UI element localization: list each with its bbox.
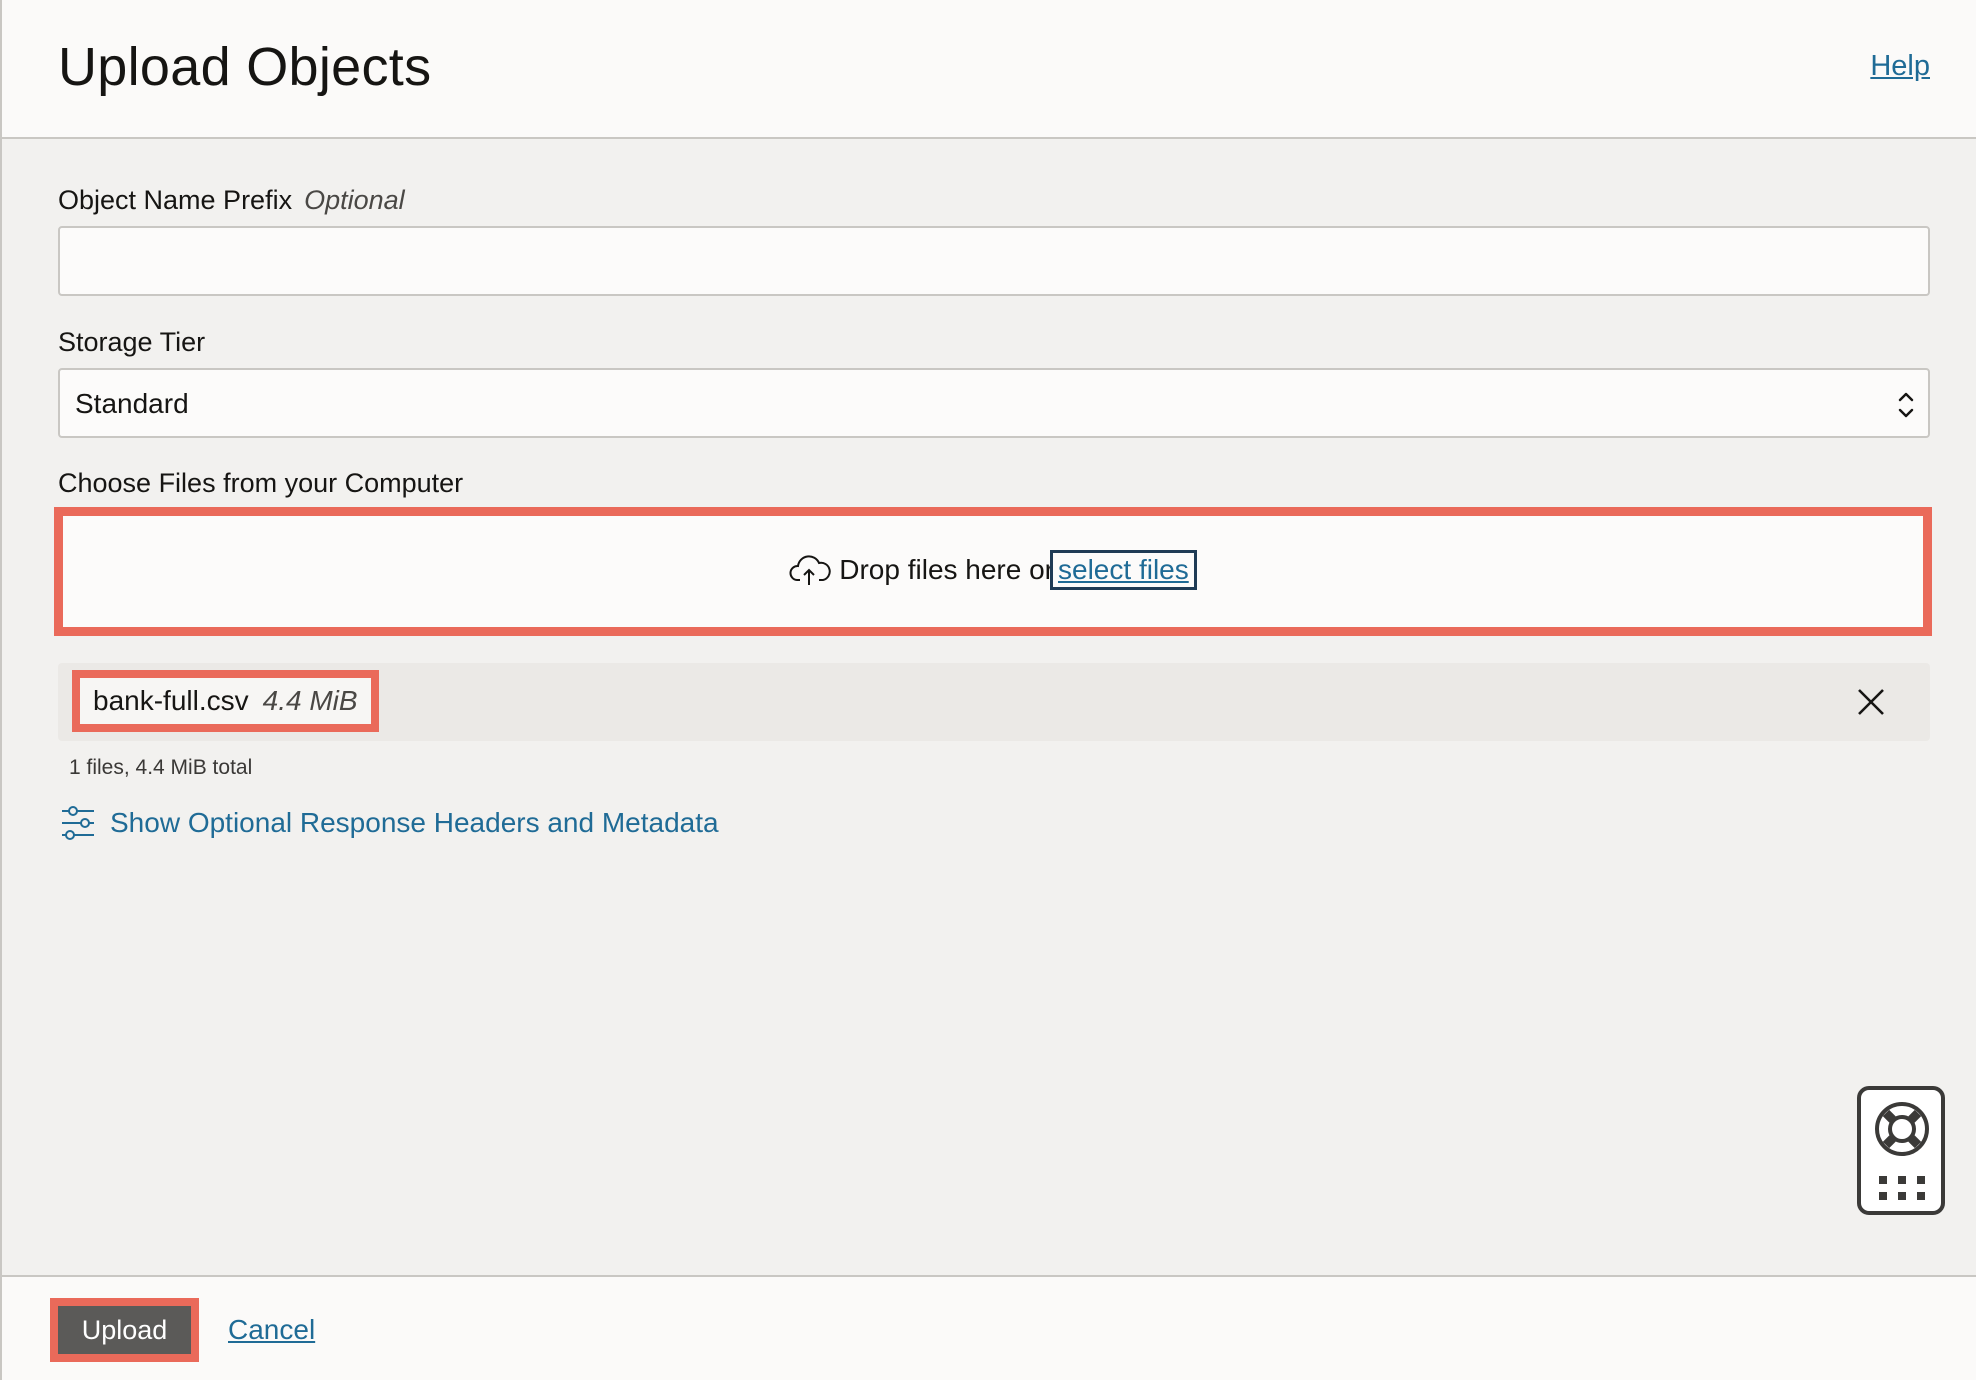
panel-footer: Upload Cancel <box>2 1275 1976 1380</box>
show-optional-headers-text: Show Optional Response Headers and Metad… <box>110 807 719 838</box>
help-link[interactable]: Help <box>1870 50 1930 83</box>
select-chevrons-icon <box>1898 392 1914 418</box>
drop-text: Drop files here or <box>839 554 1055 585</box>
page-title: Upload Objects <box>58 37 432 97</box>
optional-tag: Optional <box>304 185 405 215</box>
choose-files-label: Choose Files from your Computer <box>58 468 464 498</box>
panel-header: Upload Objects Help <box>2 0 1976 139</box>
selected-file-row: bank-full.csv 4.4 MiB <box>58 663 1930 741</box>
prefix-label-text: Object Name Prefix <box>58 185 293 215</box>
lifebuoy-icon <box>1875 1102 1929 1156</box>
file-chip: bank-full.csv 4.4 MiB <box>72 670 379 732</box>
cancel-link[interactable]: Cancel <box>228 1314 315 1346</box>
upload-objects-panel: Upload Objects Help Object Name Prefix Op… <box>0 0 1976 1380</box>
files-summary: 1 files, 4.4 MiB total <box>69 756 253 779</box>
storage-tier-select[interactable]: Standard <box>58 368 1930 438</box>
upload-button[interactable]: Upload <box>58 1306 191 1354</box>
file-name: bank-full.csv <box>93 685 249 716</box>
file-drop-zone[interactable]: Drop files here or select files <box>54 507 1932 636</box>
apps-grid-icon <box>1879 1176 1925 1200</box>
cloud-upload-icon <box>789 555 831 585</box>
object-name-prefix-input[interactable] <box>58 226 1930 296</box>
file-size: 4.4 MiB <box>262 685 358 716</box>
select-files-link[interactable]: select files <box>1050 550 1197 590</box>
help-assistant-widget[interactable] <box>1857 1086 1945 1215</box>
storage-tier-value: Standard <box>75 388 189 419</box>
remove-file-close-icon[interactable] <box>1854 685 1888 719</box>
show-optional-headers-link[interactable]: Show Optional Response Headers and Metad… <box>60 803 719 843</box>
prefix-label: Object Name Prefix Optional <box>58 185 405 216</box>
storage-tier-label: Storage Tier <box>58 327 206 357</box>
sliders-icon <box>62 806 94 840</box>
upload-button-highlight: Upload <box>50 1298 199 1362</box>
drop-zone-content: Drop files here or select files <box>63 548 1923 592</box>
